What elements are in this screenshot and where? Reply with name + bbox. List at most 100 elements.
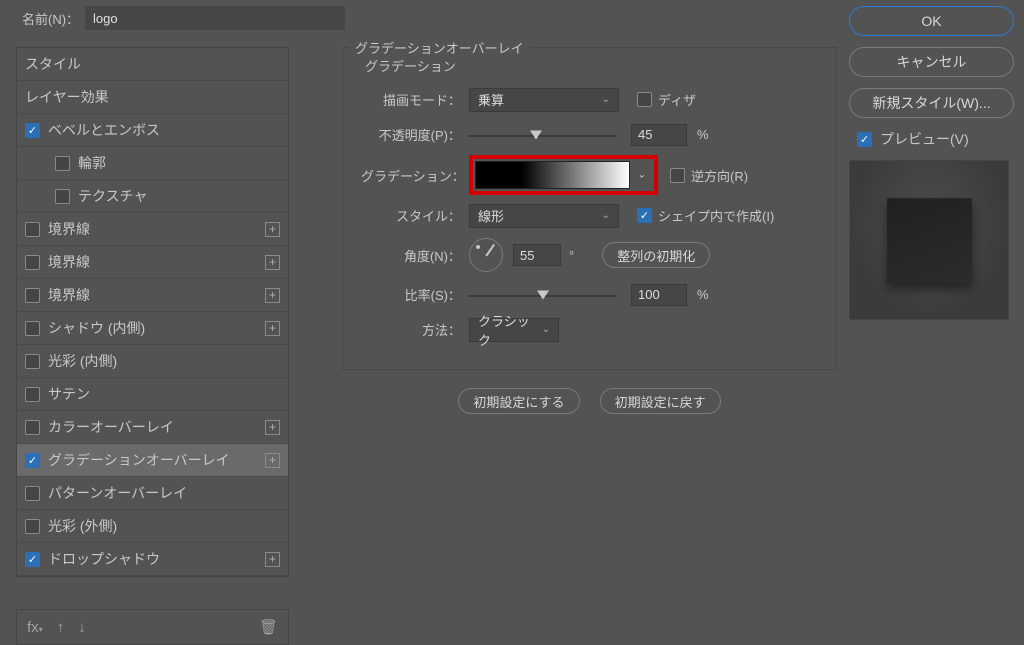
- chevron-down-icon: ⌄: [602, 210, 610, 221]
- sidebar-checkbox-11[interactable]: [25, 420, 40, 435]
- sidebar-item-label: 光彩 (内側): [48, 351, 117, 371]
- make-default-button[interactable]: 初期設定にする: [458, 388, 579, 414]
- gradient-highlight: ⌄: [469, 155, 658, 195]
- name-label: 名前(N)：: [22, 9, 79, 28]
- sidebar-item-label: レイヤー効果: [25, 87, 109, 107]
- shape-align-label: シェイプ内で作成(I): [658, 206, 774, 225]
- sidebar-checkbox-7[interactable]: [25, 288, 40, 303]
- angle-dial[interactable]: [469, 238, 503, 272]
- add-effect-icon[interactable]: +: [265, 552, 280, 567]
- sidebar-checkbox-2[interactable]: ✓: [25, 123, 40, 138]
- scale-unit: %: [697, 287, 709, 302]
- add-effect-icon[interactable]: +: [265, 321, 280, 336]
- opacity-slider[interactable]: [469, 124, 617, 146]
- sidebar-checkbox-4[interactable]: [55, 189, 70, 204]
- sidebar-item-12[interactable]: ✓ グラデーションオーバーレイ +: [17, 444, 288, 477]
- sidebar-item-7[interactable]: 境界線 +: [17, 279, 288, 312]
- method-label: 方法：: [361, 320, 469, 339]
- sidebar-item-label: ドロップシャドウ: [48, 549, 160, 569]
- reverse-label: 逆方向(R): [691, 166, 748, 185]
- panel-title: グラデーションオーバーレイ: [349, 38, 530, 57]
- scale-slider[interactable]: [469, 284, 617, 306]
- angle-unit: °: [569, 248, 574, 263]
- sidebar-item-10[interactable]: サテン: [17, 378, 288, 411]
- angle-input[interactable]: [513, 244, 561, 266]
- reset-default-button[interactable]: 初期設定に戻す: [600, 388, 721, 414]
- chevron-down-icon[interactable]: ⌄: [638, 170, 646, 181]
- opacity-label: 不透明度(P)：: [361, 125, 469, 144]
- ok-button[interactable]: OK: [849, 6, 1014, 36]
- sidebar-item-label: スタイル: [25, 54, 81, 74]
- move-down-icon[interactable]: ↓: [78, 619, 86, 636]
- name-input[interactable]: [85, 6, 345, 30]
- sidebar-checkbox-6[interactable]: [25, 255, 40, 270]
- style-label: スタイル：: [361, 206, 469, 225]
- chevron-down-icon: ⌄: [602, 94, 610, 105]
- method-dropdown[interactable]: クラシック⌄: [469, 318, 559, 342]
- scale-label: 比率(S)：: [361, 285, 469, 304]
- sidebar-item-label: 光彩 (外側): [48, 516, 117, 536]
- shape-align-checkbox[interactable]: ✓: [637, 208, 652, 223]
- add-effect-icon[interactable]: +: [265, 288, 280, 303]
- chevron-down-icon: ⌄: [542, 324, 550, 335]
- panel-subtitle: グラデーション: [365, 56, 456, 75]
- sidebar-item-label: 境界線: [48, 219, 90, 239]
- sidebar-checkbox-10[interactable]: [25, 387, 40, 402]
- reset-align-button[interactable]: 整列の初期化: [602, 242, 710, 268]
- sidebar-item-0[interactable]: スタイル: [17, 48, 288, 81]
- sidebar-item-label: 輪郭: [78, 153, 106, 173]
- add-effect-icon[interactable]: +: [265, 222, 280, 237]
- gradient-label: グラデーション：: [361, 166, 469, 185]
- sidebar-item-5[interactable]: 境界線 +: [17, 213, 288, 246]
- sidebar-item-15[interactable]: ✓ ドロップシャドウ +: [17, 543, 288, 576]
- sidebar-item-1[interactable]: レイヤー効果: [17, 81, 288, 114]
- add-effect-icon[interactable]: +: [265, 420, 280, 435]
- sidebar-checkbox-14[interactable]: [25, 519, 40, 534]
- sidebar-checkbox-15[interactable]: ✓: [25, 552, 40, 567]
- move-up-icon[interactable]: ↑: [57, 619, 65, 636]
- sidebar-item-label: サテン: [48, 384, 90, 404]
- scale-input[interactable]: [631, 284, 687, 306]
- blend-mode-dropdown[interactable]: 乗算⌄: [469, 88, 619, 112]
- sidebar-checkbox-13[interactable]: [25, 486, 40, 501]
- sidebar-item-8[interactable]: シャドウ (内側) +: [17, 312, 288, 345]
- sidebar-item-2[interactable]: ✓ ベベルとエンボス: [17, 114, 288, 147]
- opacity-unit: %: [697, 127, 709, 142]
- sidebar-checkbox-8[interactable]: [25, 321, 40, 336]
- cancel-button[interactable]: キャンセル: [849, 47, 1014, 77]
- reverse-checkbox[interactable]: [670, 168, 685, 183]
- preview-thumbnail: [849, 160, 1009, 320]
- sidebar-item-label: グラデーションオーバーレイ: [48, 450, 230, 470]
- add-effect-icon[interactable]: +: [265, 255, 280, 270]
- angle-label: 角度(N)：: [361, 246, 469, 265]
- sidebar-checkbox-12[interactable]: ✓: [25, 453, 40, 468]
- sidebar-checkbox-5[interactable]: [25, 222, 40, 237]
- sidebar-item-label: ベベルとエンボス: [48, 120, 160, 140]
- sidebar-checkbox-9[interactable]: [25, 354, 40, 369]
- gradient-picker[interactable]: [475, 161, 630, 189]
- sidebar-item-label: パターンオーバーレイ: [48, 483, 187, 503]
- sidebar-item-3[interactable]: 輪郭: [17, 147, 288, 180]
- preview-label: プレビュー(V): [880, 129, 969, 149]
- sidebar-item-label: 境界線: [48, 285, 90, 305]
- dither-checkbox[interactable]: [637, 92, 652, 107]
- sidebar-item-label: テクスチャ: [78, 186, 147, 206]
- sidebar-item-11[interactable]: カラーオーバーレイ+: [17, 411, 288, 444]
- add-effect-icon[interactable]: +: [265, 453, 280, 468]
- sidebar-item-13[interactable]: パターンオーバーレイ: [17, 477, 288, 510]
- dither-label: ディザ: [658, 90, 696, 109]
- trash-icon[interactable]: 🗑: [259, 618, 278, 636]
- gradient-overlay-fieldset: グラデーションオーバーレイ グラデーション 描画モード： 乗算⌄ ディザ 不透明…: [342, 47, 837, 370]
- new-style-button[interactable]: 新規スタイル(W)...: [849, 88, 1014, 118]
- sidebar-item-label: シャドウ (内側): [48, 318, 145, 338]
- sidebar-item-9[interactable]: 光彩 (内側): [17, 345, 288, 378]
- style-dropdown[interactable]: 線形⌄: [469, 204, 619, 228]
- sidebar-item-6[interactable]: 境界線+: [17, 246, 288, 279]
- opacity-input[interactable]: [631, 124, 687, 146]
- sidebar-item-14[interactable]: 光彩 (外側): [17, 510, 288, 543]
- sidebar-footer: fx▾ ↑ ↓ 🗑: [16, 609, 289, 645]
- sidebar-checkbox-3[interactable]: [55, 156, 70, 171]
- fx-menu-icon[interactable]: fx▾: [27, 619, 43, 636]
- preview-checkbox[interactable]: ✓: [857, 132, 872, 147]
- sidebar-item-4[interactable]: テクスチャ: [17, 180, 288, 213]
